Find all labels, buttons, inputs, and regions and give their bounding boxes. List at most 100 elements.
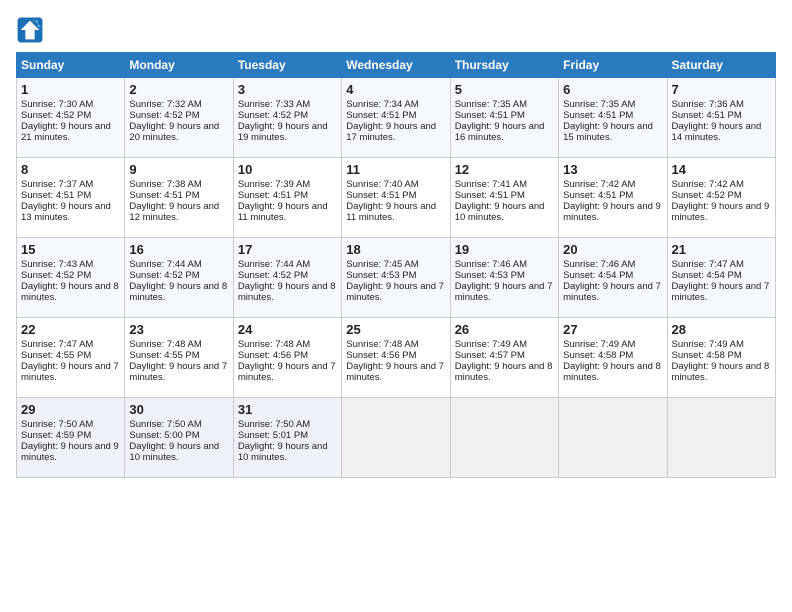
- daylight-label: Daylight: 9 hours and 9 minutes.: [672, 201, 770, 223]
- sunrise-label: Sunrise: 7:45 AM: [346, 259, 418, 270]
- calendar-cell: 28 Sunrise: 7:49 AM Sunset: 4:58 PM Dayl…: [667, 318, 775, 398]
- daylight-label: Daylight: 9 hours and 7 minutes.: [672, 281, 770, 303]
- sunrise-label: Sunrise: 7:50 AM: [238, 419, 310, 430]
- day-number: 13: [563, 162, 662, 177]
- daylight-label: Daylight: 9 hours and 8 minutes.: [21, 281, 119, 303]
- sunrise-label: Sunrise: 7:50 AM: [129, 419, 201, 430]
- daylight-label: Daylight: 9 hours and 19 minutes.: [238, 121, 328, 143]
- calendar-cell: 4 Sunrise: 7:34 AM Sunset: 4:51 PM Dayli…: [342, 78, 450, 158]
- day-number: 27: [563, 322, 662, 337]
- calendar-cell: 7 Sunrise: 7:36 AM Sunset: 4:51 PM Dayli…: [667, 78, 775, 158]
- calendar-cell: [450, 398, 558, 478]
- daylight-label: Daylight: 9 hours and 8 minutes.: [455, 361, 553, 383]
- col-sunday: Sunday: [17, 53, 125, 78]
- daylight-label: Daylight: 9 hours and 17 minutes.: [346, 121, 436, 143]
- calendar-cell: 10 Sunrise: 7:39 AM Sunset: 4:51 PM Dayl…: [233, 158, 341, 238]
- sunset-label: Sunset: 4:55 PM: [129, 350, 199, 361]
- daylight-label: Daylight: 9 hours and 8 minutes.: [563, 361, 661, 383]
- sunrise-label: Sunrise: 7:40 AM: [346, 179, 418, 190]
- calendar-cell: 12 Sunrise: 7:41 AM Sunset: 4:51 PM Dayl…: [450, 158, 558, 238]
- sunset-label: Sunset: 4:53 PM: [455, 270, 525, 281]
- sunset-label: Sunset: 4:52 PM: [129, 270, 199, 281]
- day-number: 26: [455, 322, 554, 337]
- col-friday: Friday: [559, 53, 667, 78]
- sunrise-label: Sunrise: 7:47 AM: [672, 259, 744, 270]
- sunrise-label: Sunrise: 7:48 AM: [129, 339, 201, 350]
- daylight-label: Daylight: 9 hours and 21 minutes.: [21, 121, 111, 143]
- sunrise-label: Sunrise: 7:49 AM: [672, 339, 744, 350]
- sunrise-label: Sunrise: 7:44 AM: [129, 259, 201, 270]
- daylight-label: Daylight: 9 hours and 8 minutes.: [129, 281, 227, 303]
- daylight-label: Daylight: 9 hours and 12 minutes.: [129, 201, 219, 223]
- calendar-cell: 21 Sunrise: 7:47 AM Sunset: 4:54 PM Dayl…: [667, 238, 775, 318]
- daylight-label: Daylight: 9 hours and 7 minutes.: [346, 361, 444, 383]
- calendar-cell: 20 Sunrise: 7:46 AM Sunset: 4:54 PM Dayl…: [559, 238, 667, 318]
- daylight-label: Daylight: 9 hours and 7 minutes.: [21, 361, 119, 383]
- day-number: 15: [21, 242, 120, 257]
- sunrise-label: Sunrise: 7:37 AM: [21, 179, 93, 190]
- sunset-label: Sunset: 4:51 PM: [129, 190, 199, 201]
- day-number: 3: [238, 82, 337, 97]
- sunrise-label: Sunrise: 7:50 AM: [21, 419, 93, 430]
- calendar-cell: 26 Sunrise: 7:49 AM Sunset: 4:57 PM Dayl…: [450, 318, 558, 398]
- calendar-cell: 25 Sunrise: 7:48 AM Sunset: 4:56 PM Dayl…: [342, 318, 450, 398]
- daylight-label: Daylight: 9 hours and 11 minutes.: [238, 201, 328, 223]
- calendar-cell: 24 Sunrise: 7:48 AM Sunset: 4:56 PM Dayl…: [233, 318, 341, 398]
- sunset-label: Sunset: 4:51 PM: [346, 110, 416, 121]
- sunset-label: Sunset: 5:00 PM: [129, 430, 199, 441]
- day-number: 1: [21, 82, 120, 97]
- col-wednesday: Wednesday: [342, 53, 450, 78]
- daylight-label: Daylight: 9 hours and 7 minutes.: [455, 281, 553, 303]
- sunset-label: Sunset: 4:52 PM: [238, 270, 308, 281]
- day-number: 5: [455, 82, 554, 97]
- calendar-cell: 23 Sunrise: 7:48 AM Sunset: 4:55 PM Dayl…: [125, 318, 233, 398]
- sunset-label: Sunset: 4:52 PM: [21, 110, 91, 121]
- daylight-label: Daylight: 9 hours and 7 minutes.: [563, 281, 661, 303]
- sunset-label: Sunset: 4:51 PM: [346, 190, 416, 201]
- calendar-body: 1 Sunrise: 7:30 AM Sunset: 4:52 PM Dayli…: [17, 78, 776, 478]
- sunset-label: Sunset: 4:51 PM: [455, 110, 525, 121]
- sunset-label: Sunset: 4:55 PM: [21, 350, 91, 361]
- sunrise-label: Sunrise: 7:48 AM: [238, 339, 310, 350]
- calendar-cell: 14 Sunrise: 7:42 AM Sunset: 4:52 PM Dayl…: [667, 158, 775, 238]
- sunrise-label: Sunrise: 7:33 AM: [238, 99, 310, 110]
- sunset-label: Sunset: 4:58 PM: [672, 350, 742, 361]
- page-container: Sunday Monday Tuesday Wednesday Thursday…: [0, 0, 792, 486]
- sunrise-label: Sunrise: 7:36 AM: [672, 99, 744, 110]
- daylight-label: Daylight: 9 hours and 20 minutes.: [129, 121, 219, 143]
- calendar-cell: 9 Sunrise: 7:38 AM Sunset: 4:51 PM Dayli…: [125, 158, 233, 238]
- calendar-cell: 3 Sunrise: 7:33 AM Sunset: 4:52 PM Dayli…: [233, 78, 341, 158]
- day-number: 29: [21, 402, 120, 417]
- sunrise-label: Sunrise: 7:49 AM: [455, 339, 527, 350]
- sunrise-label: Sunrise: 7:34 AM: [346, 99, 418, 110]
- sunset-label: Sunset: 4:54 PM: [563, 270, 633, 281]
- sunset-label: Sunset: 4:52 PM: [238, 110, 308, 121]
- calendar-row: 29 Sunrise: 7:50 AM Sunset: 4:59 PM Dayl…: [17, 398, 776, 478]
- calendar-row: 8 Sunrise: 7:37 AM Sunset: 4:51 PM Dayli…: [17, 158, 776, 238]
- calendar-row: 22 Sunrise: 7:47 AM Sunset: 4:55 PM Dayl…: [17, 318, 776, 398]
- header: [16, 16, 776, 44]
- calendar-row: 15 Sunrise: 7:43 AM Sunset: 4:52 PM Dayl…: [17, 238, 776, 318]
- sunset-label: Sunset: 4:59 PM: [21, 430, 91, 441]
- sunrise-label: Sunrise: 7:48 AM: [346, 339, 418, 350]
- daylight-label: Daylight: 9 hours and 10 minutes.: [455, 201, 545, 223]
- day-number: 6: [563, 82, 662, 97]
- calendar-row: 1 Sunrise: 7:30 AM Sunset: 4:52 PM Dayli…: [17, 78, 776, 158]
- calendar-cell: 31 Sunrise: 7:50 AM Sunset: 5:01 PM Dayl…: [233, 398, 341, 478]
- sunrise-label: Sunrise: 7:46 AM: [563, 259, 635, 270]
- sunset-label: Sunset: 4:52 PM: [672, 190, 742, 201]
- daylight-label: Daylight: 9 hours and 7 minutes.: [346, 281, 444, 303]
- col-tuesday: Tuesday: [233, 53, 341, 78]
- sunrise-label: Sunrise: 7:47 AM: [21, 339, 93, 350]
- calendar-cell: 18 Sunrise: 7:45 AM Sunset: 4:53 PM Dayl…: [342, 238, 450, 318]
- calendar-cell: 11 Sunrise: 7:40 AM Sunset: 4:51 PM Dayl…: [342, 158, 450, 238]
- calendar-cell: [559, 398, 667, 478]
- calendar-cell: 5 Sunrise: 7:35 AM Sunset: 4:51 PM Dayli…: [450, 78, 558, 158]
- day-number: 10: [238, 162, 337, 177]
- daylight-label: Daylight: 9 hours and 9 minutes.: [563, 201, 661, 223]
- sunset-label: Sunset: 4:56 PM: [238, 350, 308, 361]
- calendar-cell: 1 Sunrise: 7:30 AM Sunset: 4:52 PM Dayli…: [17, 78, 125, 158]
- logo: [16, 16, 48, 44]
- col-thursday: Thursday: [450, 53, 558, 78]
- col-saturday: Saturday: [667, 53, 775, 78]
